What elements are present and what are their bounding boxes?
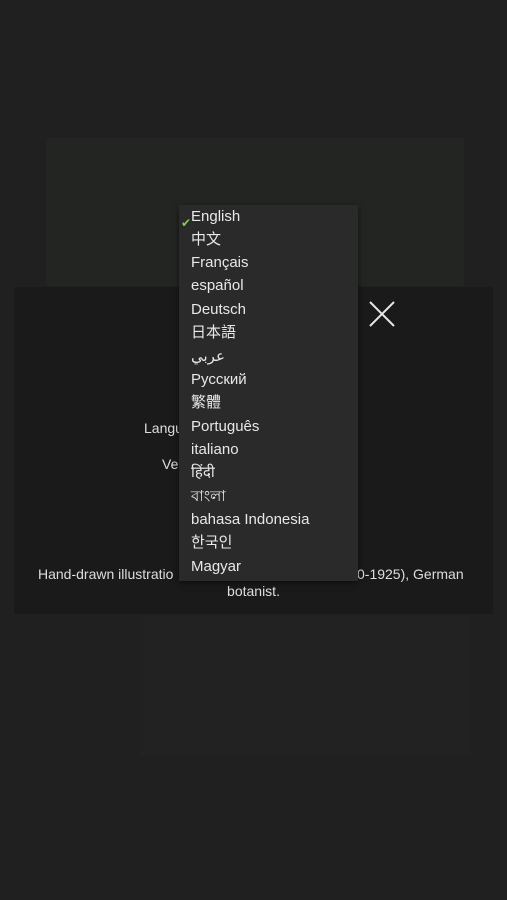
close-button[interactable]	[369, 301, 395, 327]
close-icon	[369, 301, 395, 327]
language-option-german[interactable]: Deutsch	[191, 298, 246, 321]
caption-line-2: botanist.	[227, 583, 280, 599]
language-option-indonesian[interactable]: bahasa Indonesia	[191, 508, 309, 531]
language-option-hindi[interactable]: हिंदी	[191, 461, 215, 484]
language-option-korean[interactable]: 한국인	[191, 531, 232, 554]
language-option-spanish[interactable]: español	[191, 274, 244, 297]
language-option-chinese[interactable]: 中文	[191, 228, 221, 251]
language-option-hungarian[interactable]: Magyar	[191, 555, 241, 578]
caption-left: Hand-drawn illustratio	[38, 566, 174, 582]
language-option-english[interactable]: English	[191, 205, 240, 228]
language-option-french[interactable]: Français	[191, 251, 249, 274]
language-option-italian[interactable]: italiano	[191, 438, 239, 461]
background-panel	[140, 615, 470, 755]
check-icon: ✔	[181, 216, 192, 230]
caption-right: 0-1925), German	[357, 566, 464, 582]
language-option-traditional-chinese[interactable]: 繁體	[191, 391, 221, 414]
language-option-bengali[interactable]: বাংলা	[191, 485, 226, 508]
version-label: Ve	[162, 456, 179, 472]
language-dropdown[interactable]: ✔ English 中文 Français español Deutsch 日本…	[179, 205, 358, 581]
language-option-japanese[interactable]: 日本語	[191, 321, 236, 344]
language-option-arabic[interactable]: عربي	[191, 345, 225, 368]
language-option-russian[interactable]: Русский	[191, 368, 247, 391]
language-option-portuguese[interactable]: Português	[191, 415, 259, 438]
language-label: Langu	[144, 420, 183, 436]
